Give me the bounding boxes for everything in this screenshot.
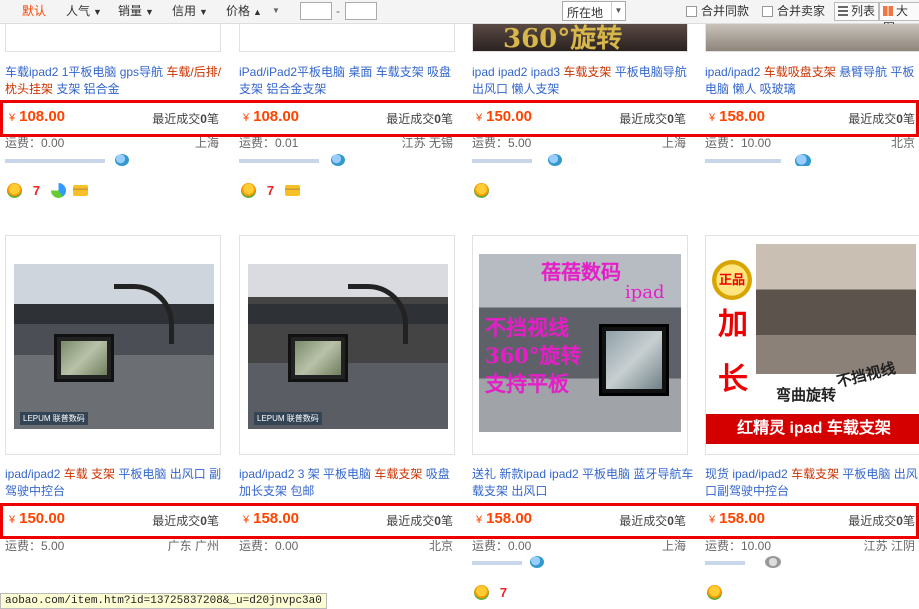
- service-badges: 7: [474, 585, 518, 601]
- service-badges: 7: [7, 183, 95, 199]
- wangwang-chat-icon[interactable]: [548, 154, 562, 166]
- consumer-protection-icon[interactable]: [707, 585, 722, 600]
- price-max-input[interactable]: [345, 2, 377, 20]
- product-title-link[interactable]: ipad ipad2 ipad3 车载支架 平板电脑导航 出风口 懒人支架: [472, 64, 694, 98]
- checkbox-icon: [686, 6, 697, 17]
- product-title-link[interactable]: ipad/ipad2 车载 支架 平板电脑 出风口 副驾驶中控台: [5, 466, 227, 500]
- service-badges: [707, 585, 729, 601]
- service-badges: 7: [241, 183, 307, 199]
- sort-tab-sales[interactable]: 销量 ▼: [118, 0, 154, 23]
- product-promo-image: 蓓蓓数码 ipad 不挡视线 360°旋转 支持平板: [479, 254, 681, 432]
- product-title-link[interactable]: ipad/ipad2 车载吸盘支架 悬臂导航 平板电脑 懒人 吸玻璃: [705, 64, 919, 98]
- seller-location: 北京: [428, 539, 453, 551]
- product-image[interactable]: LEPUM 联普数码: [5, 235, 221, 455]
- seller-location: 江苏 江阴: [863, 539, 915, 551]
- wangwang-offline-icon[interactable]: [765, 556, 781, 568]
- product-title-link[interactable]: 车载ipad2 1平板电脑 gps导航 车载/后排/枕头挂架 支架 铝合金: [5, 64, 227, 98]
- promo-line: 支持平板: [485, 371, 569, 396]
- list-view-button[interactable]: 列表: [834, 2, 880, 21]
- price-sort-dropdown-icon[interactable]: ▼: [272, 0, 280, 23]
- product-image-text: 360°旋转: [503, 24, 623, 52]
- wangwang-chat-icon[interactable]: [115, 154, 129, 166]
- sort-down-icon: ▼: [145, 7, 154, 17]
- seven-day-return-icon[interactable]: 7: [29, 183, 44, 198]
- grid-view-button[interactable]: 大图: [879, 2, 919, 35]
- product-image[interactable]: 蓓蓓数码 ipad 不挡视线 360°旋转 支持平板: [472, 235, 688, 455]
- consumer-protection-icon[interactable]: [474, 585, 489, 600]
- product-promo-image: 正品 加 长 不挡视线 弯曲旋转 红精灵 ipad 车载支架: [706, 236, 919, 454]
- merge-seller-checkbox[interactable]: 合并卖家: [762, 4, 825, 20]
- shipping-info: 运费：0.00 北京: [239, 537, 457, 551]
- wangwang-chat-icon[interactable]: [795, 154, 811, 166]
- merge-same-checkbox[interactable]: 合并同款: [686, 4, 749, 20]
- consumer-protection-icon[interactable]: [241, 183, 256, 198]
- seven-day-return-icon[interactable]: 7: [496, 585, 511, 600]
- seller-name-link[interactable]: [472, 154, 690, 166]
- seller-name-link[interactable]: [239, 154, 457, 166]
- consumer-protection-icon[interactable]: [7, 183, 22, 198]
- product-photo: LEPUM 联普数码: [248, 264, 448, 429]
- genuine-medal: 正品: [712, 260, 752, 300]
- sort-tab-default[interactable]: 默认: [22, 0, 46, 23]
- replacement-icon[interactable]: [51, 183, 66, 198]
- credit-card-icon[interactable]: [285, 185, 300, 196]
- sort-tab-popularity[interactable]: 人气 ▼: [66, 0, 102, 23]
- checkbox-icon: [762, 6, 773, 17]
- promo-char: 长: [718, 362, 748, 397]
- shipping-info: 运费：5.00 广东 广州: [5, 537, 223, 551]
- car-interior-graphic: [756, 244, 916, 374]
- service-badges: [474, 183, 496, 199]
- product-title-link[interactable]: 现货 ipad/ipad2 车载支架 平板电脑 出风口副驾驶中控台: [705, 466, 919, 500]
- product-image[interactable]: LEPUM 联普数码: [239, 235, 455, 455]
- seller-location: 上海: [661, 539, 686, 551]
- tablet-graphic: [599, 324, 669, 396]
- sort-down-icon: ▼: [199, 7, 208, 17]
- sort-bar: 默认 人气 ▼ 销量 ▼ 信用 ▼ 价格 ▲ ▼ - 所在地 ▼ 合并同款 合并卖家 列…: [0, 0, 919, 35]
- seller-name-link[interactable]: [705, 154, 919, 166]
- sort-tab-price[interactable]: 价格 ▲: [226, 0, 262, 23]
- promo-line: 360°旋转: [485, 343, 582, 368]
- product-image[interactable]: 正品 加 长 不挡视线 弯曲旋转 红精灵 ipad 车载支架: [705, 235, 919, 455]
- photo-watermark: LEPUM 联普数码: [20, 412, 88, 425]
- promo-banner: 红精灵 ipad 车载支架: [706, 414, 919, 444]
- wangwang-chat-icon[interactable]: [331, 154, 345, 166]
- location-select-label: 所在地: [567, 6, 604, 20]
- promo-char: 加: [718, 307, 748, 342]
- promo-ipad: ipad: [625, 282, 665, 303]
- price-row-highlight: [0, 503, 919, 539]
- promo-line: 弯曲旋转: [776, 387, 837, 404]
- product-image[interactable]: [239, 24, 455, 52]
- browser-status-bar: aobao.com/item.htm?id=13725837208&_u=d20…: [0, 593, 327, 609]
- seller-location: 广东 广州: [167, 539, 219, 551]
- product-title-link[interactable]: 送礼 新款ipad ipad2 平板电脑 蓝牙导航车载支架 出风口: [472, 466, 694, 500]
- product-title-link[interactable]: iPad/iPad2平板电脑 桌面 车载支架 吸盘支架 铝合金支架: [239, 64, 461, 98]
- seller-name-link[interactable]: [705, 556, 805, 568]
- credit-card-icon[interactable]: [73, 185, 88, 196]
- consumer-protection-icon[interactable]: [474, 183, 489, 198]
- list-icon: [838, 6, 848, 16]
- wangwang-chat-icon[interactable]: [530, 556, 544, 568]
- seller-name-link[interactable]: [5, 154, 223, 166]
- chevron-down-icon: ▼: [611, 2, 625, 20]
- shipping-info: 运费：0.00 上海: [472, 537, 690, 551]
- grid-icon: [883, 6, 893, 16]
- shipping-info: 运费：10.00 江苏 江阴: [705, 537, 919, 551]
- product-photo: LEPUM 联普数码: [14, 264, 214, 429]
- seller-name-link[interactable]: [472, 556, 572, 568]
- sort-down-icon: ▼: [93, 7, 102, 17]
- sort-tab-credit[interactable]: 信用 ▼: [172, 0, 208, 23]
- seven-day-return-icon[interactable]: 7: [263, 183, 278, 198]
- price-min-input[interactable]: [300, 2, 332, 20]
- price-range-dash: -: [336, 4, 340, 18]
- product-image[interactable]: [705, 24, 919, 52]
- promo-brand: 蓓蓓数码: [541, 260, 621, 284]
- location-select[interactable]: 所在地 ▼: [562, 1, 626, 21]
- photo-watermark: LEPUM 联普数码: [254, 412, 322, 425]
- product-image[interactable]: 360°旋转: [472, 24, 688, 52]
- promo-line: 不挡视线: [485, 315, 569, 340]
- price-row-highlight: [0, 100, 919, 137]
- product-title-link[interactable]: ipad/ipad2 3 架 平板电脑 车载支架 吸盘 加长支架 包邮: [239, 466, 461, 500]
- product-image[interactable]: [5, 24, 221, 52]
- sort-up-icon: ▲: [253, 7, 262, 17]
